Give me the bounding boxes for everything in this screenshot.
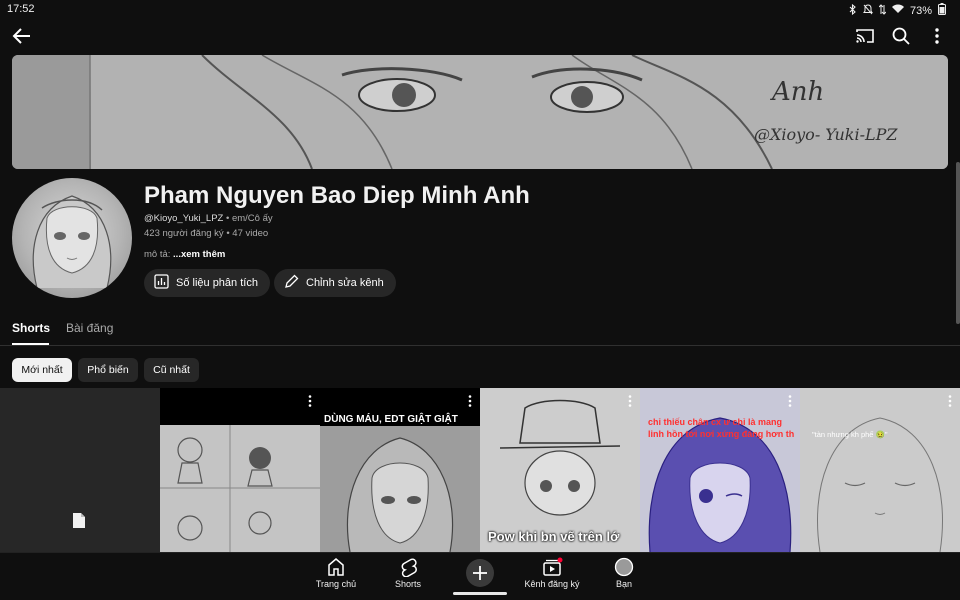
you-avatar-icon [613, 557, 635, 577]
nav-shorts[interactable]: Shorts [368, 557, 448, 589]
tab-indicator [12, 343, 49, 345]
description-label: mô tả: [144, 249, 171, 260]
shorts-grid: DÙNG MÁU, EDT GIẬT GIẬT Pow khi bn vẽ tr… [0, 388, 960, 552]
nav-home-label: Trang chủ [315, 579, 357, 589]
channel-handle: @Kioyo_Yuki_LPZ [144, 213, 224, 224]
filter-oldest[interactable]: Cũ nhất [144, 358, 199, 382]
shorts-item[interactable] [160, 388, 320, 552]
home-icon [325, 557, 347, 577]
file-icon [72, 512, 86, 534]
create-icon [466, 566, 494, 591]
tab-posts[interactable]: Bài đăng [66, 321, 113, 335]
back-arrow-icon[interactable] [10, 24, 34, 48]
nav-shorts-label: Shorts [394, 579, 421, 589]
app-bar [0, 18, 960, 54]
more-vert-icon[interactable] [786, 394, 794, 408]
more-vert-icon[interactable] [466, 394, 474, 408]
nav-you[interactable]: Bạn [584, 557, 664, 589]
nav-home[interactable]: Trang chủ [296, 557, 376, 589]
status-bar: 17:52 73% [0, 0, 960, 18]
more-vert-icon[interactable] [946, 394, 954, 408]
cast-icon[interactable] [854, 24, 876, 48]
channel-tabs: Shorts Bài đăng [0, 312, 960, 346]
gesture-home-bar[interactable] [453, 592, 507, 595]
channel-description[interactable]: mô tả: ...xem thêm [144, 249, 225, 260]
tab-shorts[interactable]: Shorts [12, 321, 50, 335]
nav-subscriptions-label: Kênh đăng ký [524, 579, 580, 589]
shorts-item[interactable]: chỉ thiếu chân cx ư chỉ là mang linh hồn… [640, 388, 800, 552]
side-drag-handle[interactable] [956, 162, 960, 324]
shorts-item[interactable]: DÙNG MÁU, EDT GIẬT GIẬT [320, 388, 480, 552]
filter-newest[interactable]: Mới nhất [12, 358, 72, 382]
search-icon[interactable] [890, 24, 912, 48]
nav-subscriptions[interactable]: Kênh đăng ký [512, 557, 592, 589]
shorts-caption: Pow khi bn vẽ trên lớ [488, 529, 620, 544]
pencil-icon [284, 274, 299, 292]
status-icons: 73% [849, 3, 946, 18]
mute-icon [863, 3, 873, 18]
analytics-icon [154, 274, 169, 292]
channel-banner: Anh @Xioyo- Yuki-LPZ [12, 55, 948, 169]
shorts-caption: "tàn nhưng kh phế 🤢" [812, 430, 888, 439]
channel-pronoun: em/Cô ấy [231, 213, 273, 224]
wifi-icon [891, 4, 904, 17]
channel-handle-row: @Kioyo_Yuki_LPZ • em/Cô ấy [144, 213, 273, 224]
shorts-icon [397, 557, 419, 578]
video-count: 47 video [232, 228, 269, 239]
channel-name: Pham Nguyen Bao Diep Minh Anh [144, 182, 530, 209]
shorts-caption: chỉ thiếu chân cx ư chỉ là mang linh hồn… [648, 417, 795, 439]
edit-channel-label: Chỉnh sửa kênh [306, 277, 384, 289]
analytics-button[interactable]: Số liệu phân tích [144, 269, 270, 297]
shorts-caption: DÙNG MÁU, EDT GIẬT GIẬT [324, 414, 458, 425]
channel-avatar[interactable] [12, 178, 132, 298]
nav-you-label: Bạn [615, 579, 632, 589]
banner-signature: @Xioyo- Yuki-LPZ [754, 125, 898, 144]
shorts-item[interactable] [0, 388, 160, 552]
create-button[interactable] [466, 559, 494, 587]
more-vert-icon[interactable] [626, 394, 634, 408]
more-vert-icon[interactable] [306, 394, 314, 408]
battery-percent: 73% [909, 4, 932, 17]
shorts-item[interactable]: Pow khi bn vẽ trên lớ [480, 388, 640, 552]
see-more-link[interactable]: ...xem thêm [173, 249, 225, 260]
channel-stats: 423 người đăng ký • 47 video [144, 228, 269, 239]
subscriptions-icon [541, 557, 563, 577]
battery-icon [938, 3, 946, 18]
app-bar-actions [854, 24, 948, 48]
status-time: 17:52 [7, 3, 35, 15]
shorts-item[interactable]: "tàn nhưng kh phế 🤢" [800, 388, 960, 552]
data-icon [878, 3, 887, 18]
bluetooth-icon [849, 3, 857, 18]
edit-channel-button[interactable]: Chỉnh sửa kênh [274, 269, 396, 297]
subscriber-count: 423 người đăng ký [144, 228, 224, 239]
more-vert-icon[interactable] [926, 24, 948, 48]
filter-popular[interactable]: Phổ biến [78, 358, 138, 382]
analytics-label: Số liệu phân tích [176, 277, 258, 289]
svg-text:Anh: Anh [770, 77, 824, 107]
